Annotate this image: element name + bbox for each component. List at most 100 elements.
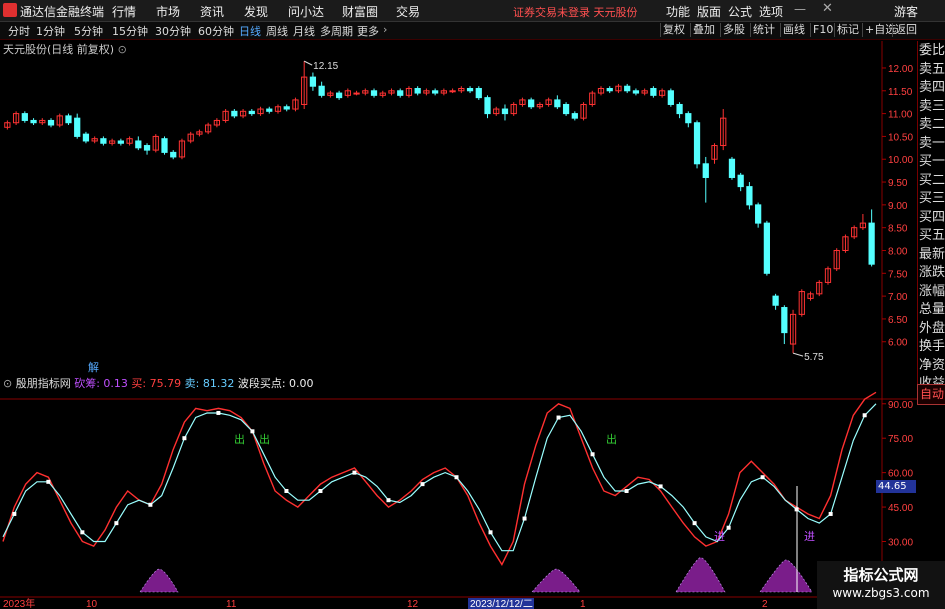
sidebar-item-10[interactable]: 买五 bbox=[919, 227, 945, 245]
p4-label: 波段买点: bbox=[237, 377, 290, 390]
buy-point bbox=[828, 511, 833, 516]
y-tick-label: 10.00 bbox=[888, 155, 913, 166]
buy-point bbox=[148, 502, 153, 507]
sidebar-item-9[interactable]: 买四 bbox=[919, 209, 945, 227]
min-price-label: 5.75 bbox=[804, 352, 824, 363]
buy-point bbox=[284, 489, 289, 493]
candle-body bbox=[65, 115, 72, 124]
x-tick-label: 10 bbox=[86, 599, 98, 609]
sidebar-item-13[interactable]: 涨幅 bbox=[919, 283, 945, 301]
candle-body bbox=[161, 138, 168, 153]
candle-body bbox=[475, 88, 482, 99]
buy-point bbox=[80, 530, 85, 535]
volume-hump bbox=[531, 568, 581, 593]
p2-value: 75.79 bbox=[149, 377, 182, 390]
p4-value: 0.00 bbox=[289, 377, 314, 390]
candle-body bbox=[397, 90, 404, 96]
sidebar-item-3[interactable]: 卖三 bbox=[919, 98, 945, 116]
candle-body bbox=[737, 174, 744, 188]
candle-body bbox=[650, 88, 657, 96]
signal-marker: 出 bbox=[234, 432, 245, 446]
sidebar-item-15[interactable]: 外盘 bbox=[919, 320, 945, 338]
sidebar-item-11[interactable]: 最新 bbox=[919, 246, 945, 264]
candle-body bbox=[501, 108, 509, 115]
x-tick-label: 11 bbox=[226, 599, 237, 609]
indicator-menu-icon[interactable]: ⊙ bbox=[3, 377, 16, 390]
signal-marker: 出 bbox=[606, 432, 617, 446]
watermark-line1: 指标公式网 bbox=[843, 566, 919, 584]
candle-body bbox=[318, 85, 325, 96]
sidebar-item-6[interactable]: 买一 bbox=[919, 153, 945, 171]
buy-point bbox=[114, 521, 119, 526]
candle-body bbox=[772, 295, 779, 306]
sidebar-item-1[interactable]: 卖五 bbox=[919, 61, 945, 79]
volume-hump bbox=[675, 557, 726, 593]
ind-y-tick-label: 60.00 bbox=[888, 469, 913, 480]
candle-body bbox=[266, 108, 273, 112]
signal-marker: 出 bbox=[259, 432, 270, 446]
y-tick-label: 6.00 bbox=[888, 338, 908, 349]
y-tick-label: 11.00 bbox=[888, 110, 913, 121]
candle-body bbox=[571, 113, 578, 119]
volume-hump bbox=[139, 568, 179, 593]
buy-point bbox=[522, 516, 527, 521]
candle-body bbox=[143, 145, 151, 151]
candle-body bbox=[353, 92, 360, 95]
candle-body bbox=[746, 186, 753, 206]
sidebar-item-5[interactable]: 卖一 bbox=[919, 135, 945, 153]
ind-y-tick-label: 75.00 bbox=[888, 434, 913, 445]
sidebar-item-0[interactable]: 委比 bbox=[919, 42, 945, 60]
sidebar-item-2[interactable]: 卖四 bbox=[919, 79, 945, 97]
max-pointer bbox=[303, 60, 313, 66]
sidebar-item-17[interactable]: 净资 bbox=[919, 357, 945, 375]
candle-body bbox=[370, 90, 378, 96]
candle-body bbox=[685, 113, 692, 124]
watermark: 指标公式网 www.zbgs3.com bbox=[817, 561, 945, 609]
x-tick-label: 2 bbox=[762, 599, 768, 609]
candle-body bbox=[82, 133, 90, 142]
y-tick-label: 7.50 bbox=[888, 269, 908, 280]
candle-body bbox=[335, 92, 343, 99]
buy-point bbox=[182, 436, 187, 441]
y-tick-label: 8.50 bbox=[888, 224, 908, 235]
buy-point bbox=[692, 521, 697, 526]
y-tick-label: 6.50 bbox=[888, 315, 908, 326]
y-tick-label: 12.00 bbox=[888, 64, 913, 75]
y-tick-label: 9.00 bbox=[888, 201, 908, 212]
y-tick-label: 9.50 bbox=[888, 178, 908, 189]
candle-body bbox=[693, 122, 701, 165]
x-tick-label: 1 bbox=[580, 599, 586, 609]
sidebar-item-8[interactable]: 买三 bbox=[919, 190, 945, 208]
candle-body bbox=[676, 103, 683, 115]
buy-point bbox=[250, 429, 255, 434]
sidebar-item-16[interactable]: 换手 bbox=[919, 338, 945, 356]
candle-body bbox=[606, 88, 613, 92]
auto-button[interactable]: 自动 bbox=[917, 384, 945, 405]
sidebar-item-14[interactable]: 总量 bbox=[919, 301, 945, 319]
buy-point bbox=[352, 470, 357, 475]
sidebar-item-12[interactable]: 涨跌 bbox=[919, 264, 945, 282]
signal-marker: 进 bbox=[804, 530, 815, 543]
p1-label: 砍筹: bbox=[74, 377, 104, 390]
x-tick-label: 2023年 bbox=[3, 597, 35, 609]
sidebar-item-7[interactable]: 买二 bbox=[919, 172, 945, 190]
buy-point bbox=[556, 415, 561, 420]
candle-body bbox=[30, 119, 37, 124]
sidebar-item-4[interactable]: 卖二 bbox=[919, 116, 945, 134]
candle-body bbox=[763, 222, 770, 274]
buy-point bbox=[420, 482, 425, 487]
jie-marker: 解 bbox=[88, 360, 99, 374]
candlestick-chart: 12.0011.5011.0010.5010.009.509.008.508.0… bbox=[0, 41, 917, 609]
current-value-badge: 44.65 bbox=[876, 480, 916, 493]
sell-line bbox=[2, 391, 877, 566]
candle-body bbox=[170, 151, 177, 158]
buy-point bbox=[862, 413, 867, 418]
y-tick-label: 7.00 bbox=[888, 292, 908, 303]
candle-body bbox=[554, 99, 561, 108]
candle-body bbox=[100, 138, 107, 144]
indicator-name: 殷朋指标网 bbox=[15, 377, 71, 390]
candle-body bbox=[309, 76, 317, 87]
indicator-title: ⊙ 殷朋指标网 砍筹: 0.13 买: 75.79 卖: 81.32 波段买点:… bbox=[3, 375, 314, 391]
candle-body bbox=[667, 90, 674, 105]
buy-point bbox=[726, 525, 731, 530]
